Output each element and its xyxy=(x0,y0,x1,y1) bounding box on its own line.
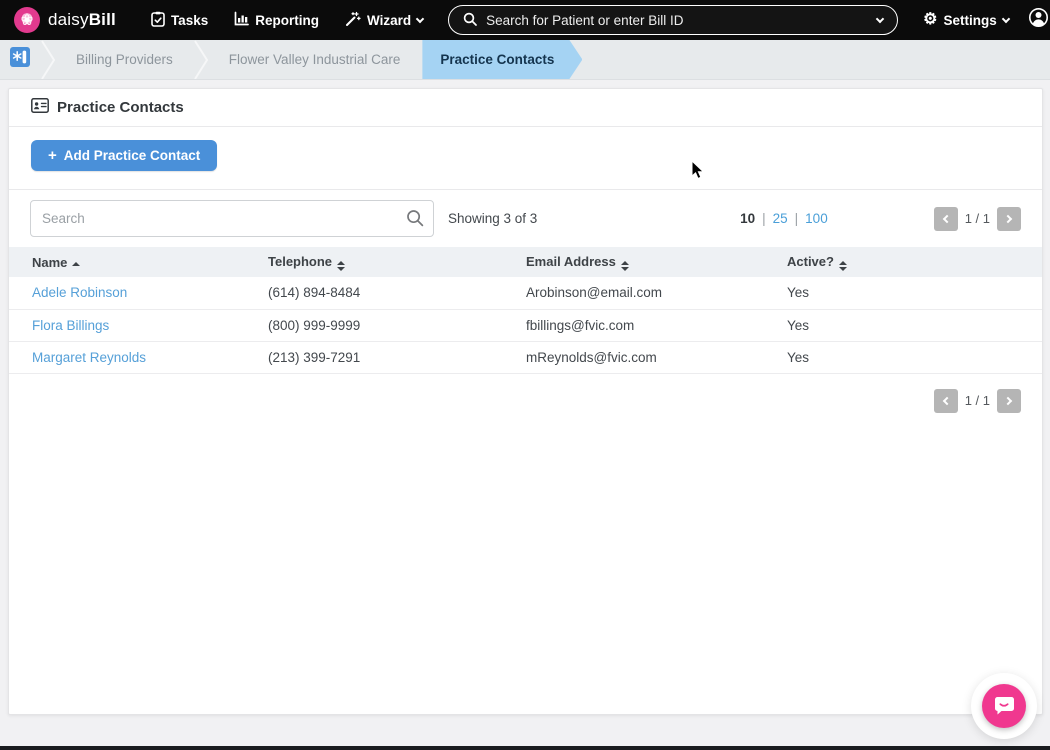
search-icon xyxy=(463,12,477,29)
chat-launcher-button[interactable] xyxy=(982,684,1026,728)
chevron-down-icon xyxy=(876,14,884,22)
page-size-selector: 10 | 25 | 100 xyxy=(740,211,828,226)
search-icon xyxy=(406,209,424,227)
contact-card-icon xyxy=(31,98,49,118)
user-menu[interactable] xyxy=(1022,7,1050,33)
table-row: Margaret Reynolds (213) 399-7291 mReynol… xyxy=(9,341,1042,373)
page-size-separator: | xyxy=(795,211,799,226)
contact-email: mReynolds@fvic.com xyxy=(503,341,764,373)
daisy-flower-icon: ❀ xyxy=(14,7,40,33)
next-page-button[interactable] xyxy=(997,207,1021,231)
table-row: Adele Robinson (614) 894-8484 Arobinson@… xyxy=(9,277,1042,309)
table-header-row: Name Telephone Email Address Active? xyxy=(9,247,1042,277)
chevron-down-icon xyxy=(416,14,424,22)
breadcrumb: Billing Providers Flower Valley Industri… xyxy=(0,40,1050,80)
page-size-25[interactable]: 25 xyxy=(773,211,788,226)
nav-item-reporting[interactable]: Reporting xyxy=(221,0,332,40)
contacts-table: Name Telephone Email Address Active? Ade… xyxy=(9,247,1042,374)
page-size-10[interactable]: 10 xyxy=(740,211,755,226)
page-size-100[interactable]: 100 xyxy=(805,211,828,226)
contact-telephone: (614) 894-8484 xyxy=(245,277,503,309)
chat-bubble-icon xyxy=(992,693,1016,720)
breadcrumb-separator xyxy=(193,40,209,80)
table-search xyxy=(30,200,434,237)
chevron-right-icon xyxy=(1003,214,1011,222)
global-search-input[interactable]: Search for Patient or enter Bill ID xyxy=(448,5,898,35)
top-navbar: ❀ daisyBill Tasks Reporting Wizard Searc… xyxy=(0,0,1050,40)
nav-item-settings[interactable]: ⚙ Settings xyxy=(910,0,1022,40)
button-row: + Add Practice Contact xyxy=(9,127,1042,190)
breadcrumb-item-active: Practice Contacts xyxy=(422,40,582,79)
contact-email: fbillings@fvic.com xyxy=(503,309,764,341)
nav-item-label: Reporting xyxy=(255,13,319,28)
contact-telephone: (213) 399-7291 xyxy=(245,341,503,373)
breadcrumb-item-billing-providers[interactable]: Billing Providers xyxy=(56,40,193,79)
contact-email: Arobinson@email.com xyxy=(503,277,764,309)
breadcrumb-separator xyxy=(40,40,56,80)
contact-name-link[interactable]: Margaret Reynolds xyxy=(32,350,146,365)
app-navigate-icon xyxy=(10,47,30,72)
chevron-right-icon xyxy=(1003,396,1011,404)
table-search-input[interactable] xyxy=(30,200,434,237)
nav-item-wizard[interactable]: Wizard xyxy=(332,0,436,40)
column-header-name[interactable]: Name xyxy=(9,247,245,277)
pagination-bottom-wrap: 1 / 1 xyxy=(9,374,1042,413)
user-account-icon xyxy=(1028,7,1049,33)
add-button-label: Add Practice Contact xyxy=(64,148,201,163)
plus-icon: + xyxy=(48,148,57,163)
card-title-row: Practice Contacts xyxy=(9,89,1042,127)
brand-logo[interactable]: ❀ daisyBill xyxy=(14,7,116,33)
column-header-email[interactable]: Email Address xyxy=(503,247,764,277)
nav-item-label: Settings xyxy=(943,13,996,28)
contact-active: Yes xyxy=(764,277,1042,309)
sort-both-icon xyxy=(839,261,847,271)
footer-bar xyxy=(0,746,1050,750)
next-page-button[interactable] xyxy=(997,389,1021,413)
chevron-left-icon xyxy=(943,396,951,404)
global-search-placeholder: Search for Patient or enter Bill ID xyxy=(486,13,868,28)
contact-telephone: (800) 999-9999 xyxy=(245,309,503,341)
practice-contacts-card: Practice Contacts + Add Practice Contact… xyxy=(8,88,1043,715)
add-practice-contact-button[interactable]: + Add Practice Contact xyxy=(31,140,217,171)
column-header-active[interactable]: Active? xyxy=(764,247,1042,277)
pagination-bottom: 1 / 1 xyxy=(934,389,1021,413)
column-header-telephone[interactable]: Telephone xyxy=(245,247,503,277)
page-indicator: 1 / 1 xyxy=(965,393,990,408)
nav-item-label: Wizard xyxy=(367,13,411,28)
breadcrumb-item-billing-provider-name[interactable]: Flower Valley Industrial Care xyxy=(209,40,421,79)
previous-page-button[interactable] xyxy=(934,389,958,413)
magic-wand-icon xyxy=(345,11,361,30)
pagination-top: 1 / 1 xyxy=(934,207,1021,231)
gear-icon: ⚙ xyxy=(923,12,937,28)
clipboard-check-icon xyxy=(151,11,165,30)
sort-both-icon xyxy=(621,261,629,271)
sort-asc-icon xyxy=(72,262,80,266)
breadcrumb-home[interactable] xyxy=(0,40,40,79)
table-row: Flora Billings (800) 999-9999 fbillings@… xyxy=(9,309,1042,341)
chevron-down-icon xyxy=(1001,14,1009,22)
contact-active: Yes xyxy=(764,341,1042,373)
showing-count: Showing 3 of 3 xyxy=(448,211,537,226)
table-toolbar: Showing 3 of 3 10 | 25 | 100 1 / 1 xyxy=(9,190,1042,247)
page-title: Practice Contacts xyxy=(57,99,184,116)
bar-chart-icon xyxy=(234,11,249,29)
contact-name-link[interactable]: Adele Robinson xyxy=(32,285,127,300)
contact-active: Yes xyxy=(764,309,1042,341)
page-indicator: 1 / 1 xyxy=(965,211,990,226)
brand-name: daisyBill xyxy=(48,10,116,30)
chevron-left-icon xyxy=(943,214,951,222)
previous-page-button[interactable] xyxy=(934,207,958,231)
nav-item-tasks[interactable]: Tasks xyxy=(138,0,221,40)
sort-both-icon xyxy=(337,261,345,271)
page-size-separator: | xyxy=(762,211,766,226)
contact-name-link[interactable]: Flora Billings xyxy=(32,318,109,333)
nav-item-label: Tasks xyxy=(171,13,208,28)
